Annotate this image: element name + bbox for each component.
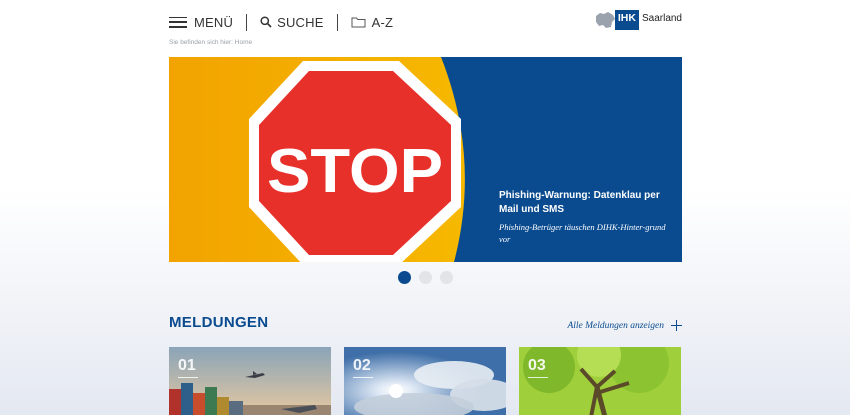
breadcrumb: Sie befinden sich hier: Home xyxy=(169,39,253,46)
card-number-underline xyxy=(353,377,373,378)
logo-ihk-text: IHK xyxy=(614,10,639,30)
nav-divider xyxy=(246,13,248,31)
news-card-2[interactable]: 02 xyxy=(344,347,506,415)
hamburger-icon xyxy=(169,16,187,28)
news-cards: 01 02 03 xyxy=(169,347,681,415)
folder-icon xyxy=(351,17,366,28)
card-number: 01 xyxy=(178,357,196,374)
az-label: A-Z xyxy=(371,14,394,30)
all-news-link[interactable]: Alle Meldungen anzeigen xyxy=(567,320,682,331)
stop-sign-text: STOP xyxy=(267,137,443,206)
slider-dot-1[interactable] xyxy=(398,271,411,284)
card-number-underline xyxy=(178,377,198,378)
slider-dot-3[interactable] xyxy=(440,271,453,284)
hero-slider[interactable]: STOP Phishing-Warnung: Datenklau per Mai… xyxy=(169,57,682,262)
az-button[interactable]: A-Z xyxy=(351,13,394,31)
top-nav: MENÜ SUCHE A-Z xyxy=(169,13,393,31)
card-number: 03 xyxy=(528,357,546,374)
ihk-logo[interactable]: IHK Saarland xyxy=(594,9,682,31)
saarland-map-icon xyxy=(595,12,615,28)
hero-subtitle: Phishing-Betrüger täuschen DIHK-Hinter-g… xyxy=(499,222,666,244)
stop-sign-image: STOP xyxy=(169,57,469,262)
search-icon xyxy=(260,16,272,28)
news-card-3[interactable]: 03 xyxy=(519,347,681,415)
nav-divider xyxy=(336,13,338,31)
menu-button[interactable]: MENÜ xyxy=(169,13,233,31)
slider-dot-2[interactable] xyxy=(419,271,432,284)
all-news-label: Alle Meldungen anzeigen xyxy=(567,320,664,331)
logo-region-text: Saarland xyxy=(641,12,682,24)
slider-pagination xyxy=(398,271,453,284)
search-button[interactable]: SUCHE xyxy=(260,13,324,31)
card-number-underline xyxy=(528,377,548,378)
search-label: SUCHE xyxy=(277,14,324,30)
hero-title[interactable]: Phishing-Warnung: Datenklau per Mail und… xyxy=(499,189,669,217)
plus-icon xyxy=(671,320,682,331)
news-card-1[interactable]: 01 xyxy=(169,347,331,415)
section-title-meldungen: MELDUNGEN xyxy=(169,314,269,331)
menu-label: MENÜ xyxy=(194,14,234,30)
card-number: 02 xyxy=(353,357,371,374)
